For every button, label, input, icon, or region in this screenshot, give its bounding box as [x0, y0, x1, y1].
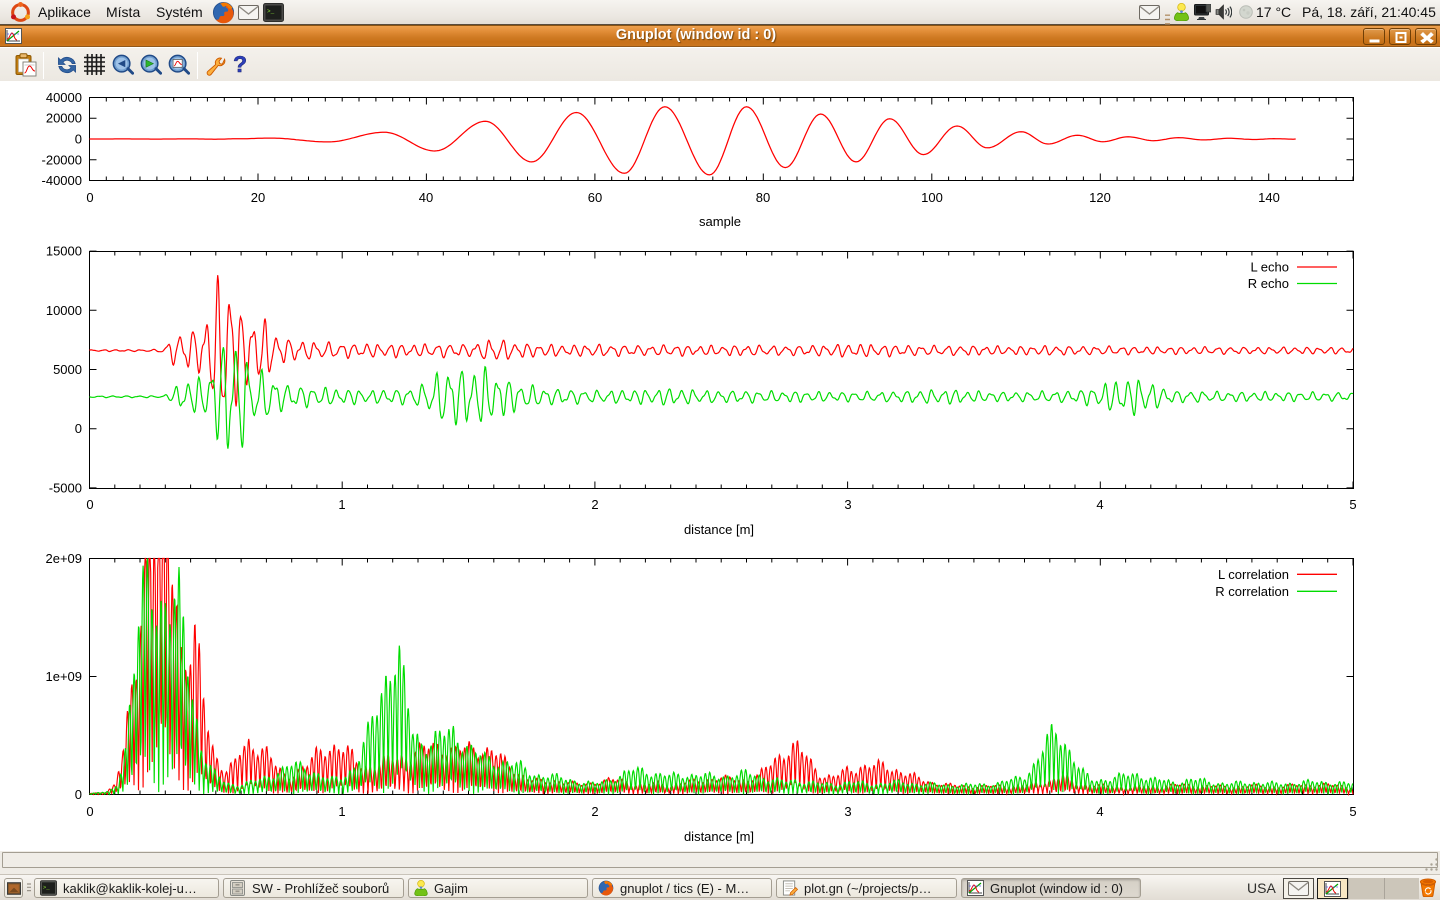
svg-text:distance [m]: distance [m]	[684, 522, 754, 537]
svg-text:0: 0	[86, 497, 93, 512]
svg-text:5: 5	[1349, 497, 1356, 512]
svg-text:40: 40	[419, 190, 433, 205]
svg-text:0: 0	[75, 421, 82, 436]
svg-text:-20000: -20000	[42, 152, 82, 167]
svg-text:5000: 5000	[53, 362, 82, 377]
svg-text:20000: 20000	[46, 111, 82, 126]
svg-text:>_: >_	[43, 884, 50, 891]
svg-text:1e+09: 1e+09	[45, 669, 82, 684]
svg-text:5: 5	[1349, 804, 1356, 819]
svg-text:sample: sample	[699, 214, 741, 229]
svg-text:-5000: -5000	[49, 480, 82, 495]
svg-text:?: ?	[233, 53, 247, 76]
svg-text:3: 3	[844, 497, 851, 512]
svg-text:40000: 40000	[46, 90, 82, 105]
svg-text:4: 4	[1096, 804, 1103, 819]
svg-text:0: 0	[75, 787, 82, 802]
svg-text:10000: 10000	[46, 303, 82, 318]
svg-text:4: 4	[1096, 497, 1103, 512]
svg-text:15000: 15000	[46, 244, 82, 259]
svg-text:R echo: R echo	[1248, 276, 1289, 291]
svg-text:L correlation: L correlation	[1218, 567, 1289, 582]
svg-text:20: 20	[251, 190, 265, 205]
svg-text:120: 120	[1089, 190, 1111, 205]
svg-text:0: 0	[75, 132, 82, 147]
svg-text:1: 1	[338, 804, 345, 819]
svg-text:-40000: -40000	[42, 173, 82, 188]
svg-text:distance [m]: distance [m]	[684, 829, 754, 844]
svg-text:80: 80	[756, 190, 770, 205]
svg-text:2e+09: 2e+09	[45, 551, 82, 566]
svg-text:0: 0	[86, 190, 93, 205]
svg-text:L echo: L echo	[1250, 260, 1289, 275]
svg-text:140: 140	[1258, 190, 1280, 205]
svg-text:R correlation: R correlation	[1215, 584, 1289, 599]
svg-text:100: 100	[921, 190, 943, 205]
svg-text:2: 2	[591, 804, 598, 819]
svg-text:60: 60	[588, 190, 602, 205]
svg-text:0: 0	[86, 804, 93, 819]
svg-text:>_: >_	[267, 8, 275, 15]
svg-text:3: 3	[844, 804, 851, 819]
svg-text:2: 2	[591, 497, 598, 512]
svg-text:1: 1	[338, 497, 345, 512]
